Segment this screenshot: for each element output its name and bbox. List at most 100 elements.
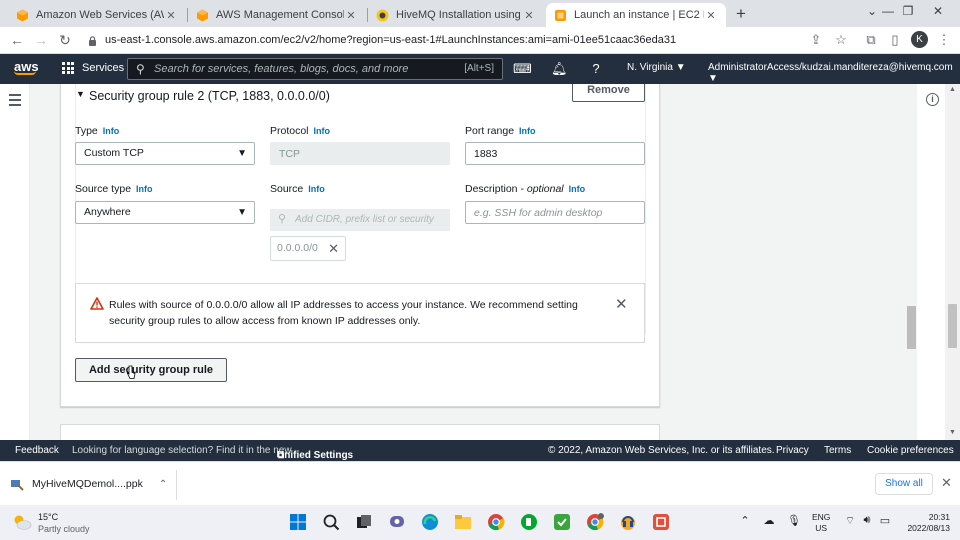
file-explorer-icon[interactable] <box>454 513 472 531</box>
security-group-rule-title[interactable]: Security group rule 2 (TCP, 1883, 0.0.0.… <box>89 89 330 103</box>
source-search-input[interactable] <box>295 212 445 227</box>
windows-taskbar: 15°C Partly cloudy ⌃ ☁ 🎙︎ ENG US ⌔ 🔊︎ ▭ 20… <box>0 505 960 540</box>
language-indicator[interactable]: ENG US <box>812 512 830 534</box>
browser-tab-management-console[interactable]: AWS Management Console ✕ <box>188 3 366 27</box>
source-info-link[interactable]: Info <box>308 184 325 194</box>
aws-cube-icon <box>17 9 28 21</box>
remove-rule-button[interactable]: Remove <box>572 84 645 102</box>
browser-tab-launch-instance[interactable]: Launch an instance | EC2 Manag ✕ <box>546 3 726 27</box>
onedrive-cloud-icon[interactable]: ☁ <box>762 514 776 527</box>
chrome-icon[interactable] <box>487 513 505 531</box>
protocol-info-link[interactable]: Info <box>314 126 331 136</box>
help-icon[interactable]: ? <box>588 61 604 76</box>
chevron-up-icon[interactable]: ⌃ <box>738 514 752 527</box>
search-icon[interactable] <box>322 513 340 531</box>
windows-start-icon[interactable] <box>289 513 307 531</box>
browser-tab-hivemq[interactable]: HiveMQ Installation using Amaz ✕ <box>368 3 544 27</box>
page-scrollbar-thumb[interactable] <box>907 306 916 349</box>
close-icon[interactable]: ✕ <box>522 9 536 22</box>
more-menu-icon[interactable]: ⋮ <box>936 32 952 48</box>
close-icon[interactable]: ✕ <box>344 9 358 22</box>
chevron-up-icon[interactable]: ⌃ <box>159 479 167 490</box>
window-scrollbar-thumb[interactable] <box>948 304 957 348</box>
services-menu-button[interactable]: Services <box>62 62 124 74</box>
source-token-value: 0.0.0.0/0 <box>277 242 318 254</box>
close-icon[interactable]: ✕ <box>615 295 628 313</box>
caret-down-icon[interactable]: ▼ <box>76 89 85 99</box>
description-input[interactable] <box>465 201 645 224</box>
screen-recorder-icon[interactable] <box>652 513 670 531</box>
description-info-link[interactable]: Info <box>569 184 586 194</box>
partly-cloudy-icon <box>14 515 32 530</box>
add-security-group-rule-button[interactable]: Add security group rule <box>75 358 227 382</box>
minimize-icon[interactable]: — <box>878 4 898 18</box>
share-icon[interactable]: ⇪ <box>808 32 824 48</box>
type-select[interactable]: Custom TCP ▼ <box>75 142 255 165</box>
url-field[interactable]: us-east-1.console.aws.amazon.com/ec2/v2/… <box>93 31 813 50</box>
close-icon[interactable]: ✕ <box>164 9 178 22</box>
close-window-icon[interactable]: ✕ <box>928 4 948 18</box>
bell-icon[interactable]: 🔔︎ <box>551 61 568 77</box>
source-type-info-link[interactable]: Info <box>136 184 153 194</box>
task-view-icon[interactable] <box>355 513 373 531</box>
new-tab-button[interactable]: + <box>732 4 750 24</box>
scroll-down-arrow-icon[interactable]: ▼ <box>949 429 956 436</box>
source-label-text: Source <box>270 183 304 195</box>
feedback-link[interactable]: Feedback <box>15 445 59 456</box>
caret-down-icon: ▼ <box>237 207 247 218</box>
menu-icon[interactable] <box>9 94 21 109</box>
account-menu[interactable]: AdministratorAccess/kudzai.manditereza@h… <box>708 62 960 84</box>
description-optional-text: optional <box>526 183 564 195</box>
close-icon[interactable]: ✕ <box>941 475 952 491</box>
extensions-icon[interactable]: ⧉ <box>863 32 879 48</box>
system-clock[interactable]: 20:31 2022/08/13 <box>900 512 950 534</box>
info-icon[interactable]: i <box>926 93 939 106</box>
aws-logo[interactable]: aws <box>14 59 39 75</box>
source-type-label-text: Source type <box>75 183 132 195</box>
restore-icon[interactable]: ❐ <box>898 4 918 18</box>
language-code: ENG <box>812 512 831 522</box>
microphone-icon[interactable]: 🎙︎ <box>787 514 801 527</box>
browser-tab-aws-home[interactable]: Amazon Web Services (AWS) ✕ <box>8 3 186 27</box>
profile-avatar[interactable]: K <box>911 31 928 48</box>
wifi-icon[interactable]: ⌔ <box>843 514 857 528</box>
aws-search-input[interactable] <box>154 61 454 77</box>
audacity-icon[interactable] <box>619 513 637 531</box>
reload-icon[interactable]: ↻ <box>56 32 74 49</box>
camtasia-icon[interactable] <box>553 513 571 531</box>
show-all-downloads-button[interactable]: Show all <box>875 473 933 495</box>
privacy-link[interactable]: Privacy <box>776 445 809 456</box>
aws-top-nav: aws Services ⚲ [Alt+S] ⌨ 🔔︎ ? N. Virgini… <box>0 54 960 84</box>
weather-desc: Partly cloudy <box>38 524 90 534</box>
teams-chat-icon[interactable] <box>388 513 406 531</box>
cookie-preferences-link[interactable]: Cookie preferences <box>867 445 954 456</box>
type-info-link[interactable]: Info <box>103 126 120 136</box>
close-icon[interactable]: ✕ <box>704 9 718 22</box>
scroll-up-arrow-icon[interactable]: ▲ <box>949 86 956 93</box>
forward-arrow-icon[interactable]: → <box>32 32 50 48</box>
page-scrollbar[interactable] <box>903 84 917 440</box>
hivemq-bee-icon <box>376 9 389 21</box>
side-panel-icon[interactable]: ▯ <box>887 32 903 48</box>
edge-browser-icon[interactable] <box>421 513 439 531</box>
terms-link[interactable]: Terms <box>824 445 851 456</box>
chrome-profile-icon[interactable] <box>586 513 604 531</box>
back-arrow-icon[interactable]: ← <box>8 32 26 48</box>
close-icon[interactable]: ✕ <box>328 237 339 260</box>
battery-icon[interactable]: ▭ <box>878 514 892 527</box>
help-panel-rail: i ▲ ▼ <box>917 84 960 440</box>
download-item[interactable]: MyHiveMQDemol....ppk ⌃ <box>10 472 167 496</box>
window-scrollbar[interactable]: ▲ ▼ <box>945 84 960 440</box>
source-type-select[interactable]: Anywhere ▼ <box>75 201 255 224</box>
caret-down-icon: ▼ <box>237 148 247 159</box>
region-selector[interactable]: N. Virginia ▼ <box>627 62 686 73</box>
port-info-link[interactable]: Info <box>519 126 536 136</box>
cloudshell-icon[interactable]: ⌨ <box>513 61 532 77</box>
weather-temp: 15°C <box>38 512 59 522</box>
bookmark-star-icon[interactable]: ☆ <box>833 32 849 48</box>
tab-label: Amazon Web Services (AWS) <box>36 9 164 21</box>
evernote-icon[interactable] <box>520 513 538 531</box>
port-range-input[interactable] <box>465 142 645 165</box>
port-range-label: Port range Info <box>465 125 536 137</box>
volume-icon[interactable]: 🔊︎ <box>860 514 874 527</box>
